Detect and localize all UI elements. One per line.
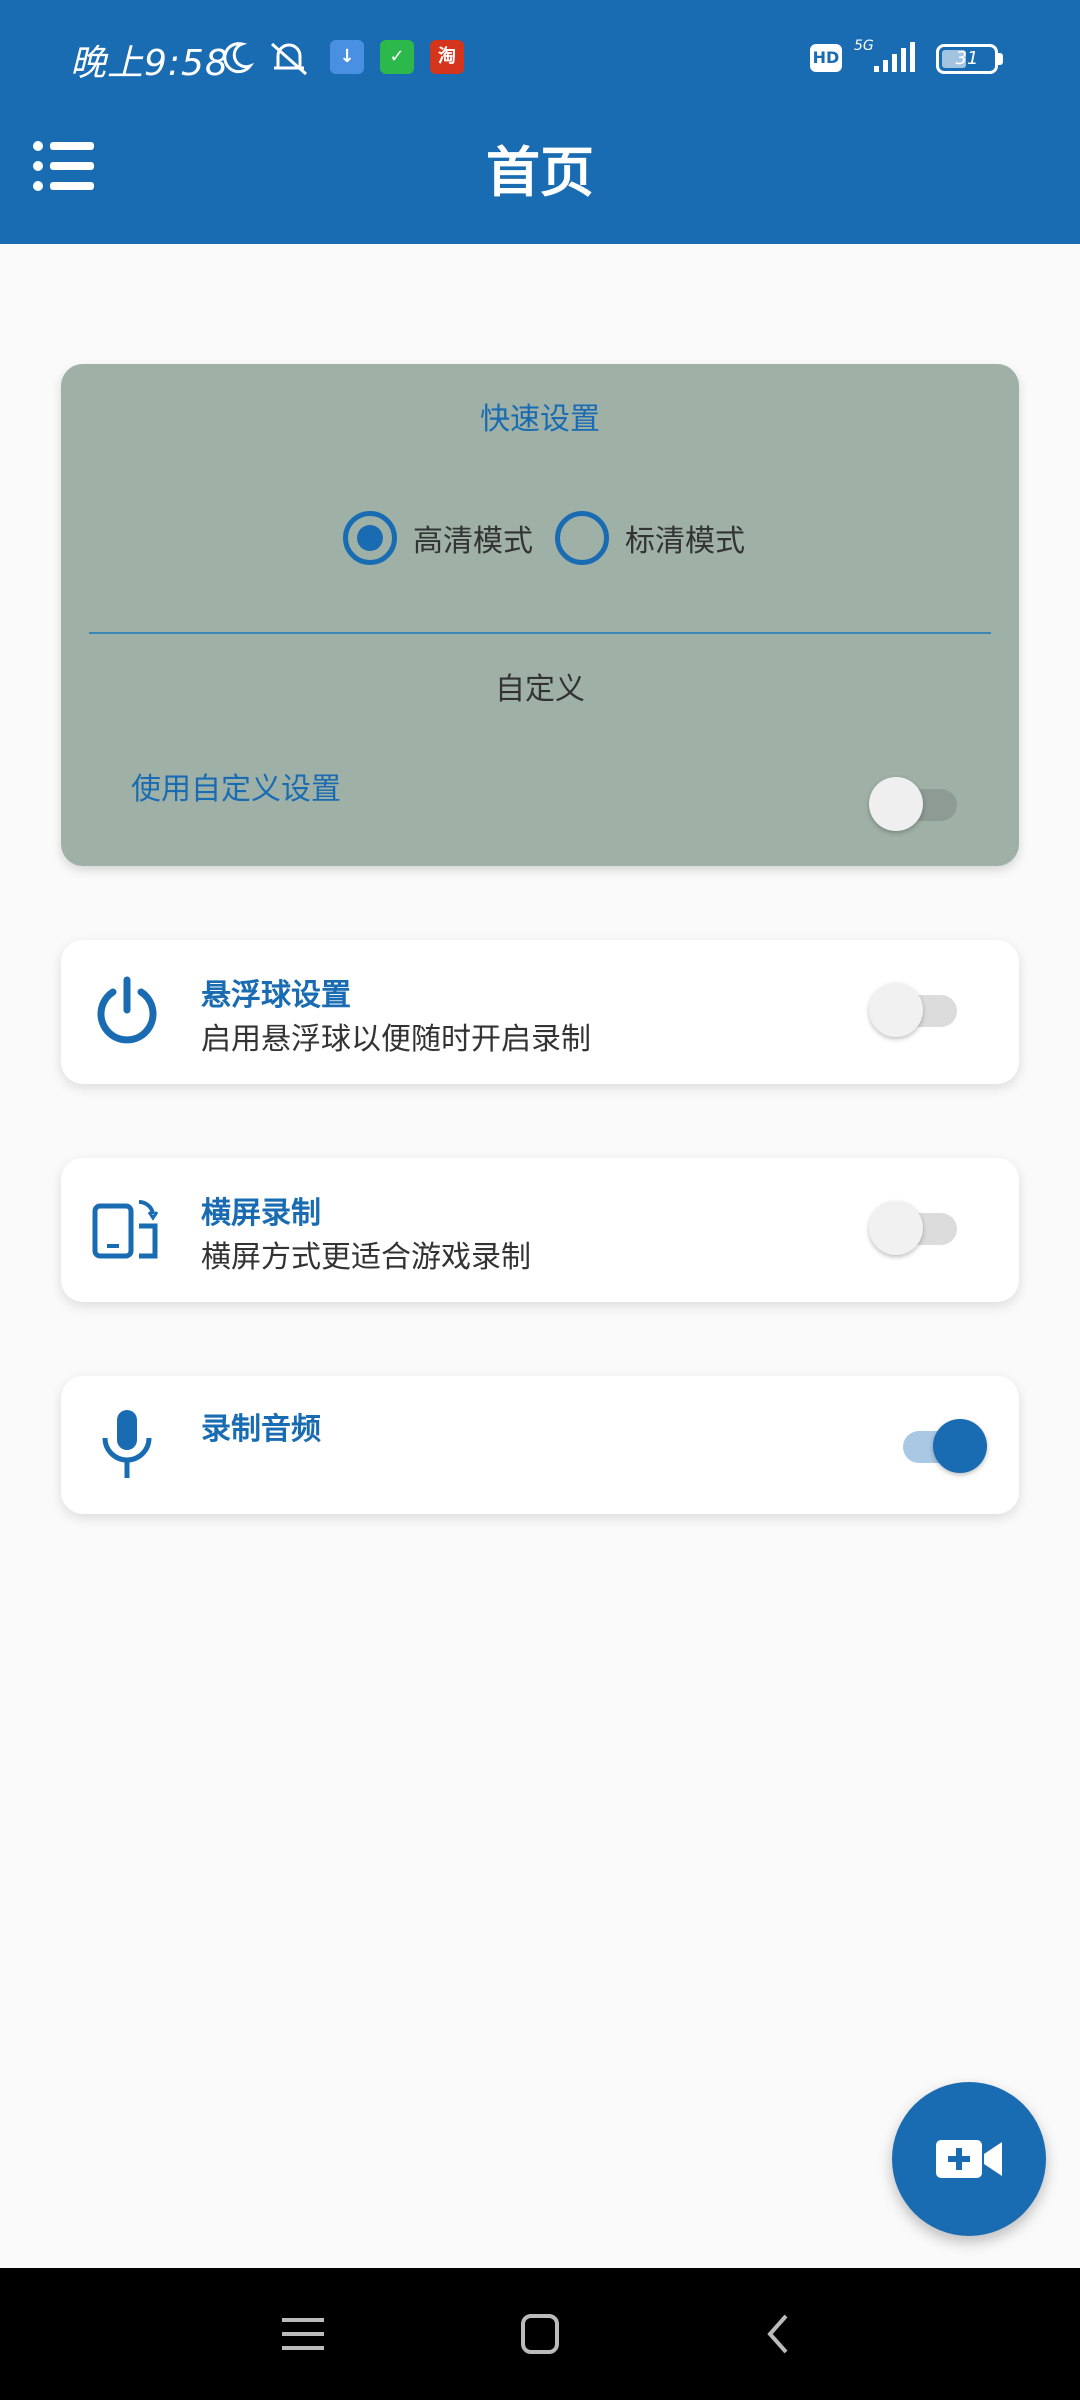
battery-level: 31 <box>955 48 979 69</box>
network-type: 5G <box>854 38 874 54</box>
mode-radio-group: 高清模式 标清模式 <box>61 508 1019 568</box>
landscape-recording-card[interactable]: 横屏录制 横屏方式更适合游戏录制 <box>61 1158 1019 1302</box>
custom-settings-switch[interactable] <box>869 772 961 832</box>
quick-settings-card: 快速设置 高清模式 标清模式 自定义 使用自定义设置 <box>61 364 1019 866</box>
card-title: 录制音频 <box>201 1412 321 1447</box>
status-time: 晚上9:58 <box>70 43 229 84</box>
taobao-app-icon: 淘 <box>430 40 464 74</box>
page-title: 首页 <box>486 140 594 204</box>
radio-sd-label: 标清模式 <box>625 524 745 559</box>
mute-bell-icon <box>271 42 307 76</box>
radio-sd-mode[interactable]: 标清模式 <box>555 508 745 568</box>
radio-hd-mode[interactable]: 高清模式 <box>343 508 533 568</box>
back-chevron-icon[interactable] <box>742 2302 812 2366</box>
system-nav-bar <box>0 2268 1080 2400</box>
floating-ball-switch[interactable] <box>869 978 961 1038</box>
signal-icon <box>874 42 915 72</box>
app-bar: 晚上9:58 ↓ ✓ 淘 HD 5G 31 首页 <box>0 0 1080 244</box>
card-title: 悬浮球设置 <box>201 978 351 1013</box>
card-subtitle: 启用悬浮球以便随时开启录制 <box>201 1022 591 1057</box>
battery-icon: 31 <box>936 44 998 74</box>
download-app-icon: ↓ <box>330 40 364 74</box>
floating-ball-card[interactable]: 悬浮球设置 启用悬浮球以便随时开启录制 <box>61 940 1019 1084</box>
card-title: 横屏录制 <box>201 1196 321 1231</box>
start-recording-fab[interactable] <box>892 2082 1046 2236</box>
card-subtitle: 横屏方式更适合游戏录制 <box>201 1240 531 1275</box>
record-audio-switch[interactable] <box>893 1414 987 1474</box>
record-audio-card[interactable]: 录制音频 <box>61 1376 1019 1514</box>
menu-lines-icon[interactable] <box>268 2302 338 2366</box>
radio-hd-label: 高清模式 <box>413 524 533 559</box>
moon-icon <box>223 42 254 74</box>
video-add-icon <box>936 2140 1002 2178</box>
shield-app-icon: ✓ <box>380 40 414 74</box>
power-icon <box>97 976 157 1044</box>
radio-checked-icon <box>343 511 397 565</box>
hd-badge: HD <box>810 44 842 72</box>
custom-settings-label: 使用自定义设置 <box>131 772 341 807</box>
battery-tip <box>998 53 1003 65</box>
landscape-recording-switch[interactable] <box>869 1196 961 1256</box>
quick-settings-title: 快速设置 <box>480 402 600 437</box>
custom-section-title: 自定义 <box>495 672 585 707</box>
rotate-screen-icon <box>92 1199 159 1259</box>
radio-unchecked-icon <box>555 511 609 565</box>
microphone-icon <box>102 1410 152 1478</box>
divider <box>89 632 991 634</box>
status-bar: 晚上9:58 ↓ ✓ 淘 HD 5G 31 <box>0 0 1080 118</box>
home-square-icon[interactable] <box>505 2302 575 2366</box>
